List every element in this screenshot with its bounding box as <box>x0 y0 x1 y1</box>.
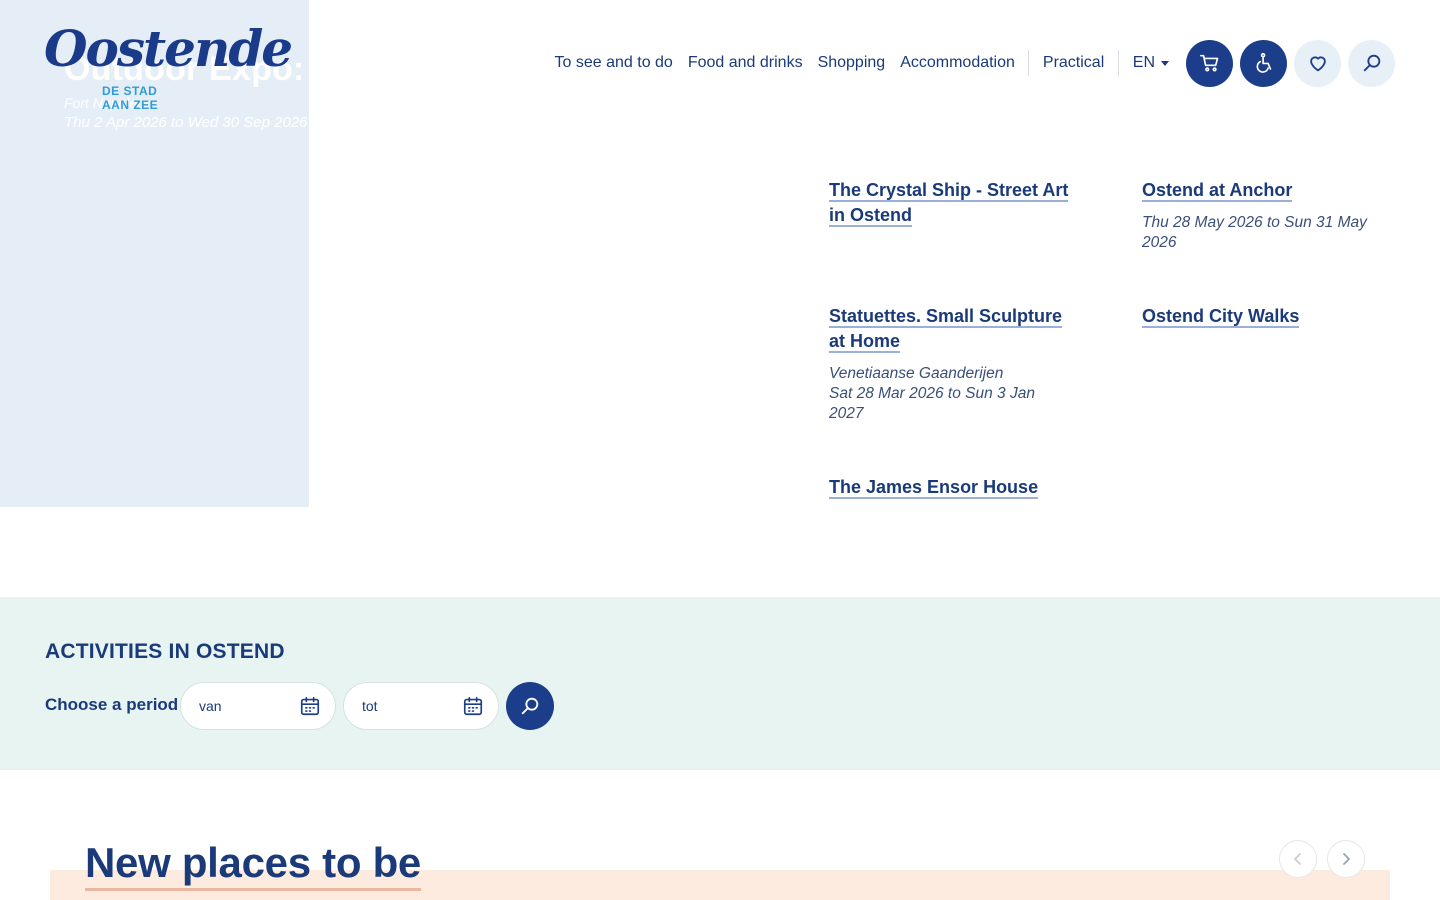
search-button[interactable] <box>1348 39 1395 87</box>
item-title[interactable]: Statuettes. Small Sculpture at Home <box>829 306 1063 353</box>
search-icon <box>1363 54 1380 72</box>
activities-search-button[interactable] <box>506 682 554 730</box>
site-logo[interactable]: Oostende DE STAD AAN ZEE <box>44 16 293 112</box>
carousel-prev-button[interactable] <box>1279 840 1317 878</box>
activities-title: ACTIVITIES IN OSTEND <box>45 640 285 663</box>
nav-practical[interactable]: Practical <box>1043 54 1104 72</box>
language-label: EN <box>1132 54 1155 71</box>
favorites-button[interactable] <box>1294 39 1341 87</box>
new-places-title: New places to be <box>85 838 421 891</box>
activities-section: ACTIVITIES IN OSTEND Choose a period <box>0 597 1440 770</box>
chevron-left-icon <box>1294 853 1301 865</box>
nav-divider <box>1028 50 1030 76</box>
chevron-right-icon <box>1343 853 1350 865</box>
item-date: Thu 28 May 2026 to Sun 31 May 2026 <box>1142 214 1367 251</box>
logo-tagline-line1: DE STAD <box>102 84 158 98</box>
list-item[interactable]: The James Ensor House <box>829 475 1069 500</box>
caret-down-icon <box>1161 60 1169 66</box>
nav-food-and-drinks[interactable]: Food and drinks <box>688 54 803 72</box>
logo-tagline: DE STAD AAN ZEE <box>102 84 158 112</box>
nav-to-see-and-to-do[interactable]: To see and to do <box>555 54 673 72</box>
accessibility-button[interactable] <box>1240 39 1287 87</box>
carousel-next-button[interactable] <box>1327 840 1365 878</box>
list-item[interactable]: Ostend at Anchor Thu 28 May 2026 to Sun … <box>1142 178 1382 253</box>
nav-divider <box>1117 50 1119 76</box>
list-item[interactable]: Ostend City Walks <box>1142 304 1382 329</box>
list-item[interactable]: Statuettes. Small Sculpture at Home Vene… <box>829 304 1069 424</box>
logo-tagline-line2: AAN ZEE <box>102 98 159 112</box>
logo-wordmark: Oostende <box>44 19 293 78</box>
accessibility-icon <box>1256 52 1271 73</box>
nav-accommodation[interactable]: Accommodation <box>900 54 1015 72</box>
hero-date: Thu 2 Apr 2026 to Wed 30 Sep 2026 <box>64 114 308 131</box>
item-title[interactable]: Ostend at Anchor <box>1142 180 1293 202</box>
calendar-icon[interactable] <box>299 695 321 717</box>
item-title[interactable]: The Crystal Ship - Street Art in Ostend <box>829 180 1069 227</box>
search-icon <box>521 697 539 715</box>
calendar-icon[interactable] <box>462 695 484 717</box>
language-selector[interactable]: EN <box>1133 54 1169 72</box>
nav-shopping[interactable]: Shopping <box>818 54 886 72</box>
to-date-field[interactable] <box>343 682 499 730</box>
cart-icon <box>1199 54 1218 72</box>
cart-button[interactable] <box>1186 39 1233 87</box>
list-item[interactable]: The Crystal Ship - Street Art in Ostend <box>829 178 1069 228</box>
item-title[interactable]: Ostend City Walks <box>1142 306 1300 328</box>
from-date-field[interactable] <box>180 682 336 730</box>
item-title[interactable]: The James Ensor House <box>829 477 1039 499</box>
item-date: Sat 28 Mar 2026 to Sun 3 Jan 2027 <box>829 385 1035 422</box>
main-nav: To see and to do Food and drinks Shoppin… <box>547 39 1395 87</box>
item-place: Venetiaanse Gaanderijen <box>829 365 1004 382</box>
from-date-input[interactable] <box>199 698 295 714</box>
period-label: Choose a period <box>45 695 179 714</box>
heart-icon <box>1309 56 1326 72</box>
to-date-input[interactable] <box>362 698 458 714</box>
